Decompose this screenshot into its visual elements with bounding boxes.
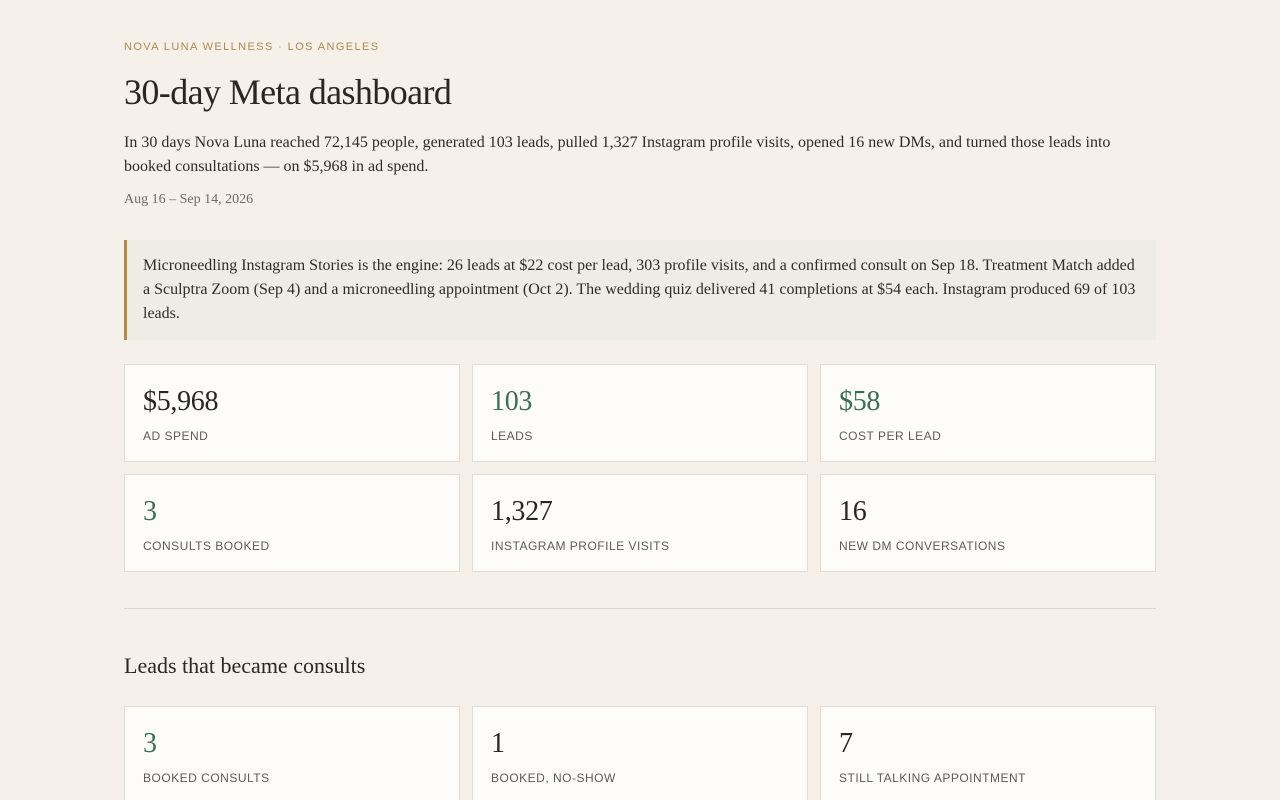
kpi-value: $58 bbox=[839, 386, 881, 417]
kpi-label: INSTAGRAM PROFILE VISITS bbox=[491, 539, 670, 553]
consult-label: BOOKED, NO-SHOW bbox=[491, 771, 616, 785]
kpi-card-ad-spend: $5,968 AD SPEND bbox=[124, 364, 460, 462]
consult-card-no-show: 1 BOOKED, NO-SHOW bbox=[472, 706, 808, 800]
kpi-card-consults-booked: 3 CONSULTS BOOKED bbox=[124, 474, 460, 572]
kpi-card-leads: 103 LEADS bbox=[472, 364, 808, 462]
kpi-value: 1,327 bbox=[491, 496, 553, 527]
kpi-value: 103 bbox=[491, 386, 533, 417]
consult-label: STILL TALKING APPOINTMENT bbox=[839, 771, 1026, 785]
consult-value: 7 bbox=[839, 728, 853, 759]
kpi-card-dm-conversations: 16 NEW DM CONVERSATIONS bbox=[820, 474, 1156, 572]
date-range: Aug 16 – Sep 14, 2026 bbox=[124, 192, 254, 207]
consult-label: BOOKED CONSULTS bbox=[143, 771, 270, 785]
kpi-label: NEW DM CONVERSATIONS bbox=[839, 539, 1006, 553]
kpi-value: $5,968 bbox=[143, 386, 219, 417]
kpi-card-cost-per-lead: $58 COST PER LEAD bbox=[820, 364, 1156, 462]
consult-value: 1 bbox=[491, 728, 505, 759]
consult-card-still-talking: 7 STILL TALKING APPOINTMENT bbox=[820, 706, 1156, 800]
section-title-consults: Leads that became consults bbox=[124, 653, 366, 678]
section-divider bbox=[124, 608, 1156, 609]
kpi-value: 3 bbox=[143, 496, 157, 527]
summary-text: In 30 days Nova Luna reached 72,145 peop… bbox=[124, 134, 1111, 175]
consult-card-booked: 3 BOOKED CONSULTS bbox=[124, 706, 460, 800]
consult-value: 3 bbox=[143, 728, 157, 759]
kpi-label: LEADS bbox=[491, 429, 533, 443]
kpi-label: CONSULTS BOOKED bbox=[143, 539, 270, 553]
kpi-label: AD SPEND bbox=[143, 429, 209, 443]
kpi-label: COST PER LEAD bbox=[839, 429, 942, 443]
page-title: 30-day Meta dashboard bbox=[124, 72, 452, 112]
insight-callout: Microneedling Instagram Stories is the e… bbox=[124, 240, 1156, 340]
kpi-card-profile-visits: 1,327 INSTAGRAM PROFILE VISITS bbox=[472, 474, 808, 572]
kpi-value: 16 bbox=[839, 496, 867, 527]
brand-eyebrow: NOVA LUNA WELLNESS · LOS ANGELES bbox=[124, 41, 380, 53]
